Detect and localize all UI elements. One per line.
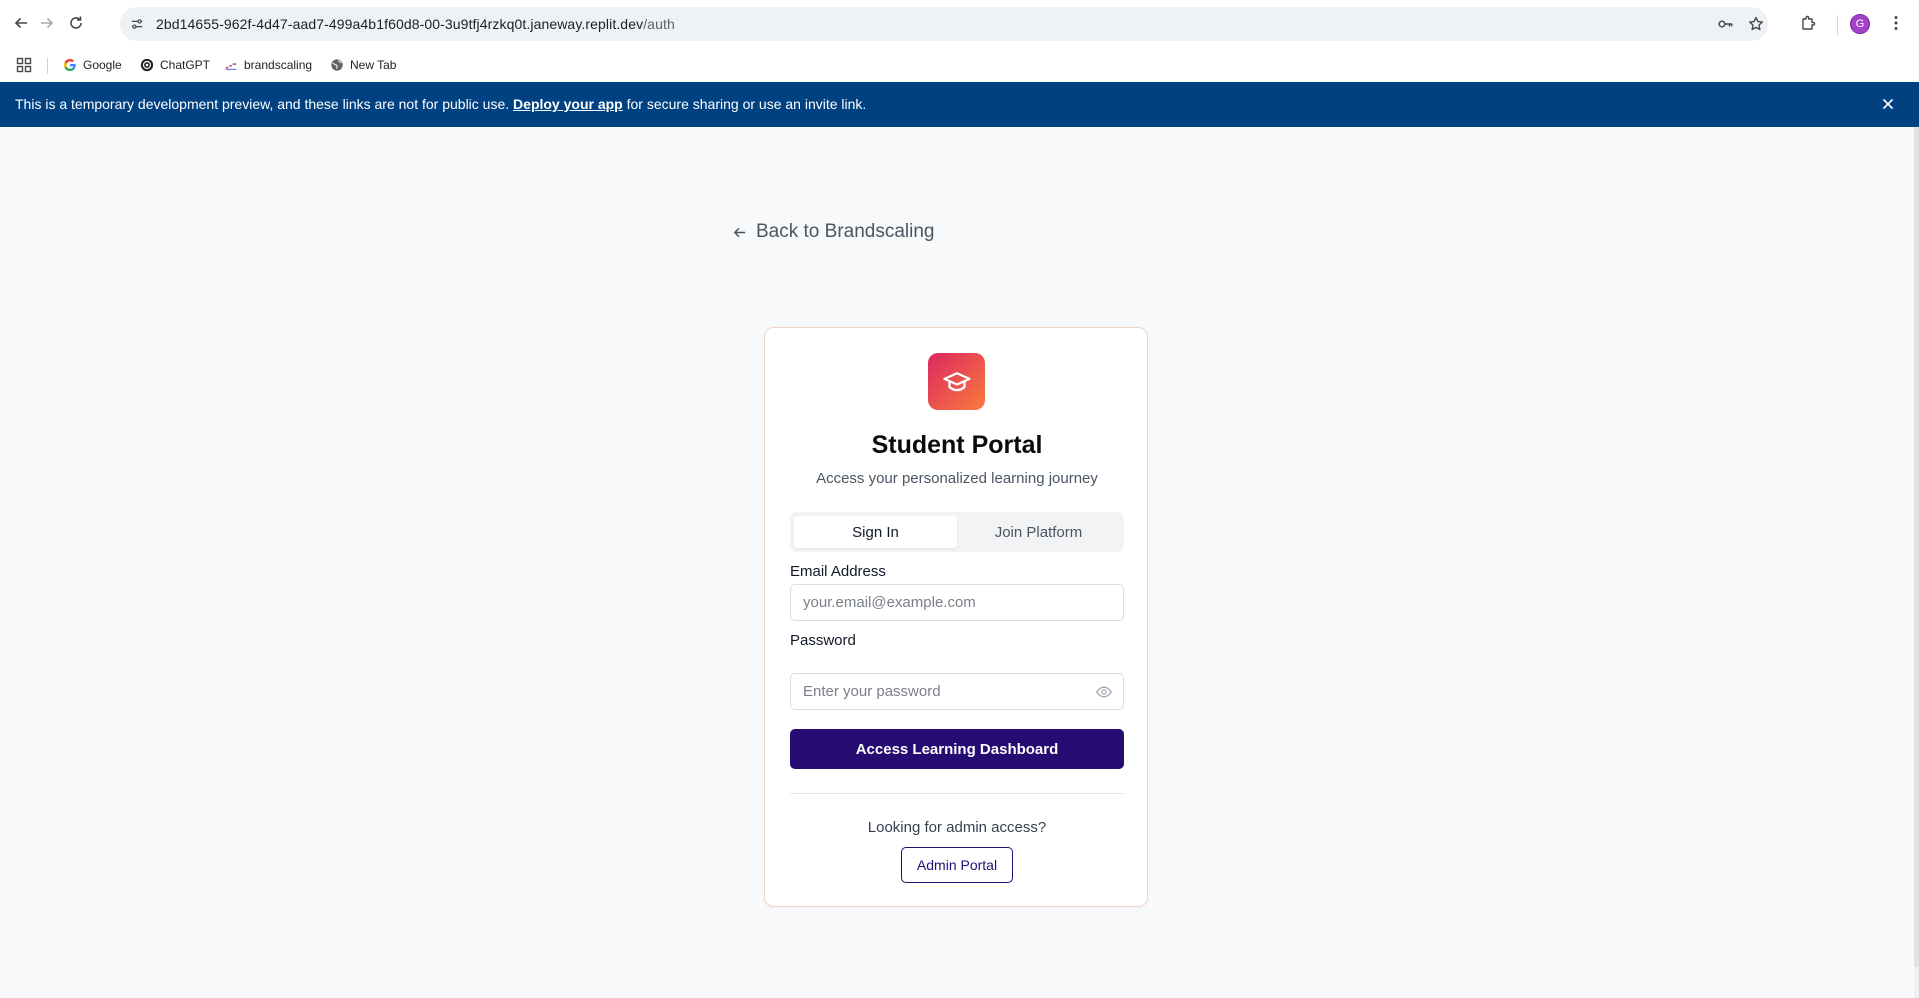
close-icon[interactable] [1879, 95, 1897, 113]
auth-card: Student Portal Access your personalized … [764, 327, 1148, 907]
profile-avatar[interactable]: G [1850, 14, 1870, 34]
email-field[interactable] [790, 584, 1124, 621]
extensions-icon[interactable] [1796, 11, 1820, 35]
dev-preview-banner: This is a temporary development preview,… [0, 82, 1919, 127]
tab-sign-in[interactable]: Sign In [794, 516, 957, 548]
apps-grid-icon[interactable] [16, 57, 32, 73]
bookmark-label: Google [83, 58, 122, 72]
url-host: 2bd14655-962f-4d47-aad7-499a4b1f60d8-00-… [156, 16, 644, 32]
globe-icon [330, 58, 344, 72]
deploy-app-link[interactable]: Deploy your app [513, 96, 623, 112]
site-info-icon[interactable] [128, 15, 146, 33]
back-link-label: Back to Brandscaling [756, 221, 935, 242]
bookmark-new-tab[interactable]: New Tab [330, 55, 396, 75]
divider [790, 793, 1124, 794]
url-path: /auth [643, 16, 675, 32]
bookmark-star-icon[interactable] [1748, 16, 1764, 32]
auth-tabs: Sign In Join Platform [790, 512, 1124, 552]
arrow-right-icon [41, 17, 54, 29]
address-bar[interactable]: 2bd14655-962f-4d47-aad7-499a4b1f60d8-00-… [120, 7, 1768, 41]
tab-join-platform[interactable]: Join Platform [957, 516, 1120, 548]
access-dashboard-button[interactable]: Access Learning Dashboard [790, 729, 1124, 769]
arrow-left-icon [14, 17, 27, 29]
google-icon [63, 58, 77, 72]
email-label: Email Address [790, 563, 886, 580]
password-field[interactable] [790, 673, 1124, 710]
password-key-icon[interactable] [1718, 16, 1734, 32]
back-to-brandscaling-link[interactable]: Back to Brandscaling [732, 221, 935, 243]
bookmark-label: New Tab [350, 58, 397, 72]
back-button[interactable] [8, 10, 34, 36]
bookmark-brandscaling[interactable]: brandscaling [224, 55, 312, 75]
eye-icon[interactable] [1095, 683, 1113, 701]
scrollbar-thumb[interactable] [1914, 127, 1919, 967]
url-text: 2bd14655-962f-4d47-aad7-499a4b1f60d8-00-… [156, 16, 675, 32]
reload-icon [70, 16, 82, 29]
bookmark-label: ChatGPT [160, 58, 211, 72]
banner-prefix: This is a temporary development preview,… [15, 96, 510, 112]
banner-suffix: for secure sharing or use an invite link… [626, 96, 867, 112]
chatgpt-icon [140, 58, 154, 72]
bookmarks-bar: Google ChatGPT brandscaling New Tab [0, 48, 1919, 82]
admin-question: Looking for admin access? [867, 819, 1047, 836]
graduation-cap-icon [928, 353, 985, 410]
bookmark-chatgpt[interactable]: ChatGPT [140, 55, 210, 75]
bookmark-label: brandscaling [244, 58, 313, 72]
brandscaling-icon [224, 58, 238, 72]
bookmarks-divider [47, 58, 48, 74]
bookmark-google[interactable]: Google [63, 55, 122, 75]
forward-button[interactable] [34, 10, 60, 36]
toolbar-divider [1837, 15, 1838, 35]
page-subtitle: Access your personalized learning journe… [816, 470, 1098, 487]
browser-menu-icon[interactable] [1884, 11, 1908, 35]
reload-button[interactable] [63, 10, 89, 36]
banner-message: This is a temporary development preview,… [15, 96, 866, 112]
page-scrollbar[interactable] [1914, 127, 1919, 998]
password-label: Password [790, 632, 856, 649]
arrow-left-icon [733, 227, 746, 237]
admin-portal-button[interactable]: Admin Portal [901, 847, 1013, 883]
page-title: Student Portal [871, 431, 1043, 459]
browser-toolbar: 2bd14655-962f-4d47-aad7-499a4b1f60d8-00-… [0, 0, 1919, 48]
